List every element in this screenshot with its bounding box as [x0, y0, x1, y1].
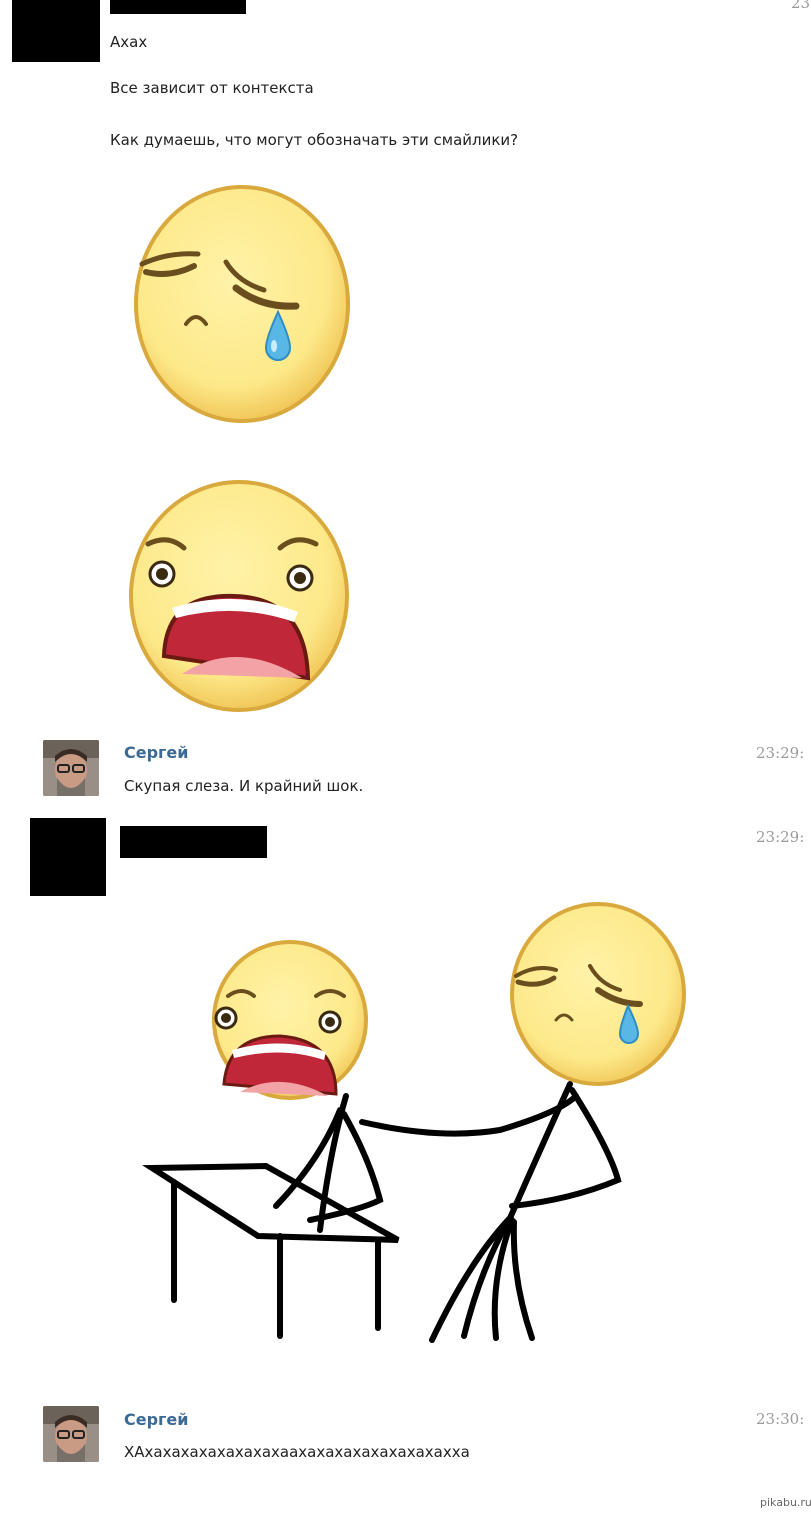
message-text: ХАхахахахахахахахаахахахахахахахахахха — [124, 1443, 470, 1461]
message-line: Ахах — [110, 33, 148, 51]
shocked-smiley-icon — [126, 478, 352, 714]
avatar[interactable] — [43, 740, 99, 796]
message-time: 23:29: — [756, 828, 805, 846]
message-line: Как думаешь, что могут обозначать эти см… — [110, 131, 519, 149]
avatar[interactable] — [43, 1406, 99, 1462]
message-time: 23:30: — [756, 1410, 805, 1428]
author-name[interactable]: Сергей — [124, 743, 188, 762]
message-line: Все зависит от контекста — [110, 79, 314, 97]
author-name[interactable]: Сергей — [124, 1410, 188, 1429]
crying-smiley-icon — [130, 182, 354, 426]
redacted-sender-name — [120, 826, 267, 858]
redacted-avatar — [30, 818, 106, 896]
meme-image — [140, 900, 700, 1355]
message-time: 23 — [791, 0, 811, 12]
watermark: pikabu.ru — [760, 1496, 811, 1509]
message-time: 23:29: — [756, 744, 805, 762]
redacted-avatar — [12, 0, 100, 62]
redacted-sender-name — [110, 0, 246, 14]
message-text: Скупая слеза. И крайний шок. — [124, 777, 364, 795]
